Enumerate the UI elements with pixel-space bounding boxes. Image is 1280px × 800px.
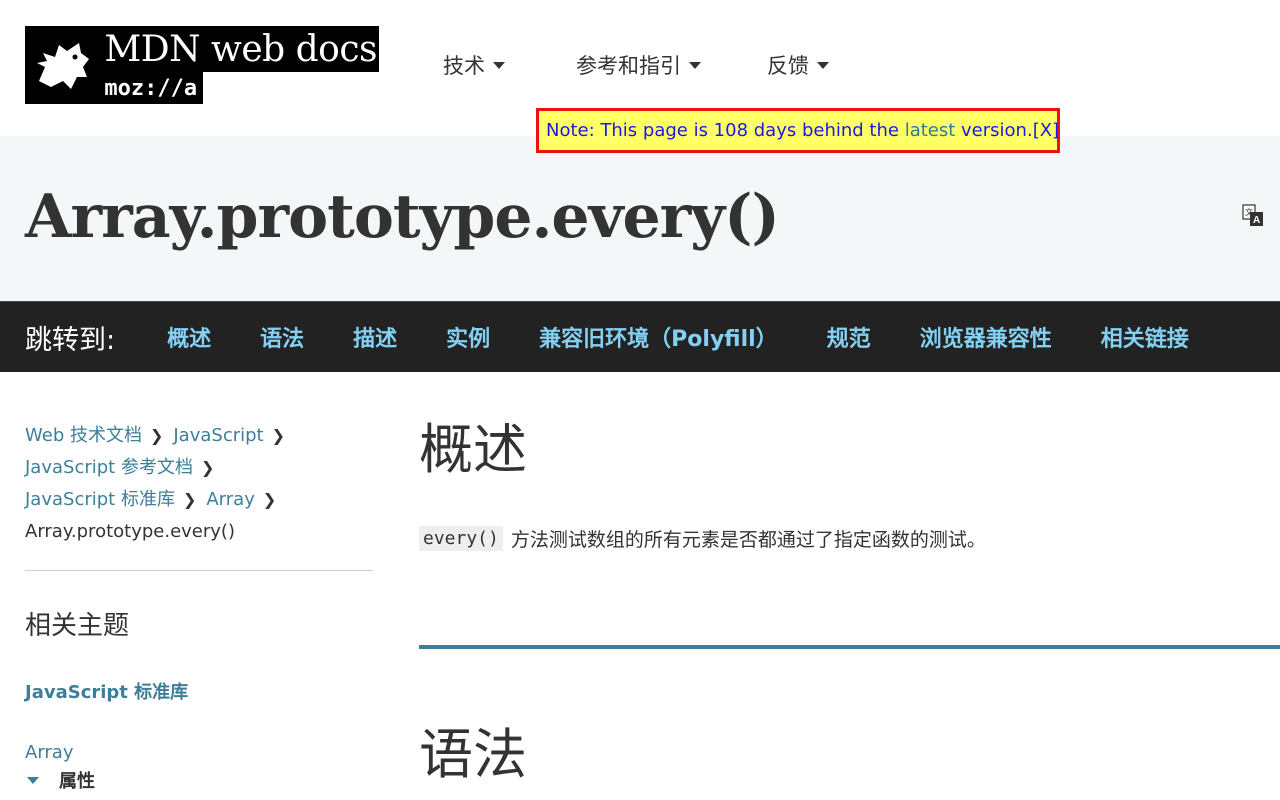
latest-version-link[interactable]: latest xyxy=(905,120,956,141)
jump-link-see-also[interactable]: 相关链接 xyxy=(1101,321,1189,353)
breadcrumb: Web 技术文档 ❯ JavaScript ❯ JavaScript 参考文档 ❯ Ja… xyxy=(25,420,375,548)
translate-icon[interactable]: A 文 xyxy=(1242,204,1264,228)
section-divider xyxy=(419,645,1280,649)
outdated-note-banner: Note: This page is 108 days behind the l… xyxy=(536,108,1060,153)
dinosaur-icon xyxy=(25,26,99,104)
main-nav: 技术 参考和指引 反馈 xyxy=(443,50,829,80)
nav-menu-technologies[interactable]: 技术 xyxy=(443,50,505,80)
svg-text:A: A xyxy=(1253,215,1260,226)
breadcrumb-link-std-objects[interactable]: JavaScript 标准库 xyxy=(25,489,175,510)
breadcrumb-current: Array.prototype.every() xyxy=(25,521,235,542)
nav-menu-label: 反馈 xyxy=(767,54,809,78)
svg-text:文: 文 xyxy=(1245,207,1253,217)
breadcrumb-link-web-docs[interactable]: Web 技术文档 xyxy=(25,425,142,446)
jump-link-examples[interactable]: 实例 xyxy=(446,321,490,353)
chevron-right-icon: ❯ xyxy=(182,490,197,509)
chevron-right-icon: ❯ xyxy=(271,426,286,445)
summary-text: 方法测试数组的所有元素是否都通过了指定函数的测试。 xyxy=(510,529,986,551)
nav-menu-label: 参考和指引 xyxy=(576,54,681,78)
jump-link-polyfill[interactable]: 兼容旧环境（Polyfill） xyxy=(539,321,778,353)
triangle-down-icon xyxy=(27,776,39,784)
main-content: 概述 every() 方法测试数组的所有元素是否都通过了指定函数的测试。 语法 xyxy=(419,410,1280,786)
note-suffix: version. xyxy=(955,120,1033,141)
sidebar: Web 技术文档 ❯ JavaScript ❯ JavaScript 参考文档 ❯ Ja… xyxy=(25,420,375,793)
caret-down-icon xyxy=(817,61,829,69)
quicklink-std-library[interactable]: JavaScript 标准库 xyxy=(25,678,375,704)
jump-link-browser-compat[interactable]: 浏览器兼容性 xyxy=(920,321,1052,353)
mdn-logo[interactable]: MDN web docs moz://a xyxy=(25,26,379,104)
overview-heading: 概述 xyxy=(419,418,527,481)
syntax-heading: 语法 xyxy=(419,723,527,786)
jump-link-overview[interactable]: 概述 xyxy=(167,321,211,353)
caret-down-icon xyxy=(689,61,701,69)
breadcrumb-link-javascript[interactable]: JavaScript xyxy=(173,425,263,446)
jump-to-bar: 跳转到: 概述 语法 描述 实例 兼容旧环境（Polyfill） 规范 浏览器兼… xyxy=(0,301,1280,372)
mozilla-wordmark: moz://a xyxy=(98,72,204,104)
jump-to-label: 跳转到: xyxy=(25,324,116,356)
note-prefix: Note: This page is 108 days behind the xyxy=(546,120,905,141)
quicklink-properties-toggle[interactable]: 属性 xyxy=(25,767,375,793)
nav-menu-label: 技术 xyxy=(443,54,485,78)
chevron-right-icon: ❯ xyxy=(149,426,164,445)
breadcrumb-link-array[interactable]: Array xyxy=(206,489,254,510)
page-title: Array.prototype.every() xyxy=(25,182,780,252)
caret-down-icon xyxy=(493,61,505,69)
quicklink-array[interactable]: Array xyxy=(25,742,375,763)
nav-menu-feedback[interactable]: 反馈 xyxy=(767,50,829,80)
chevron-right-icon: ❯ xyxy=(200,458,215,477)
inline-code: every() xyxy=(419,526,503,551)
close-note-button[interactable]: [X] xyxy=(1033,120,1059,141)
properties-label: 属性 xyxy=(59,771,95,792)
chevron-right-icon: ❯ xyxy=(262,490,277,509)
related-topics-heading: 相关主题 xyxy=(25,611,130,641)
summary-paragraph: every() 方法测试数组的所有元素是否都通过了指定函数的测试。 xyxy=(419,525,986,552)
nav-menu-references[interactable]: 参考和指引 xyxy=(576,50,701,80)
sidebar-divider xyxy=(25,570,373,571)
jump-link-syntax[interactable]: 语法 xyxy=(260,321,304,353)
jump-link-description[interactable]: 描述 xyxy=(353,321,397,353)
breadcrumb-link-js-reference[interactable]: JavaScript 参考文档 xyxy=(25,457,193,478)
logo-title: MDN web docs xyxy=(98,26,379,72)
jump-link-specifications[interactable]: 规范 xyxy=(827,321,871,353)
